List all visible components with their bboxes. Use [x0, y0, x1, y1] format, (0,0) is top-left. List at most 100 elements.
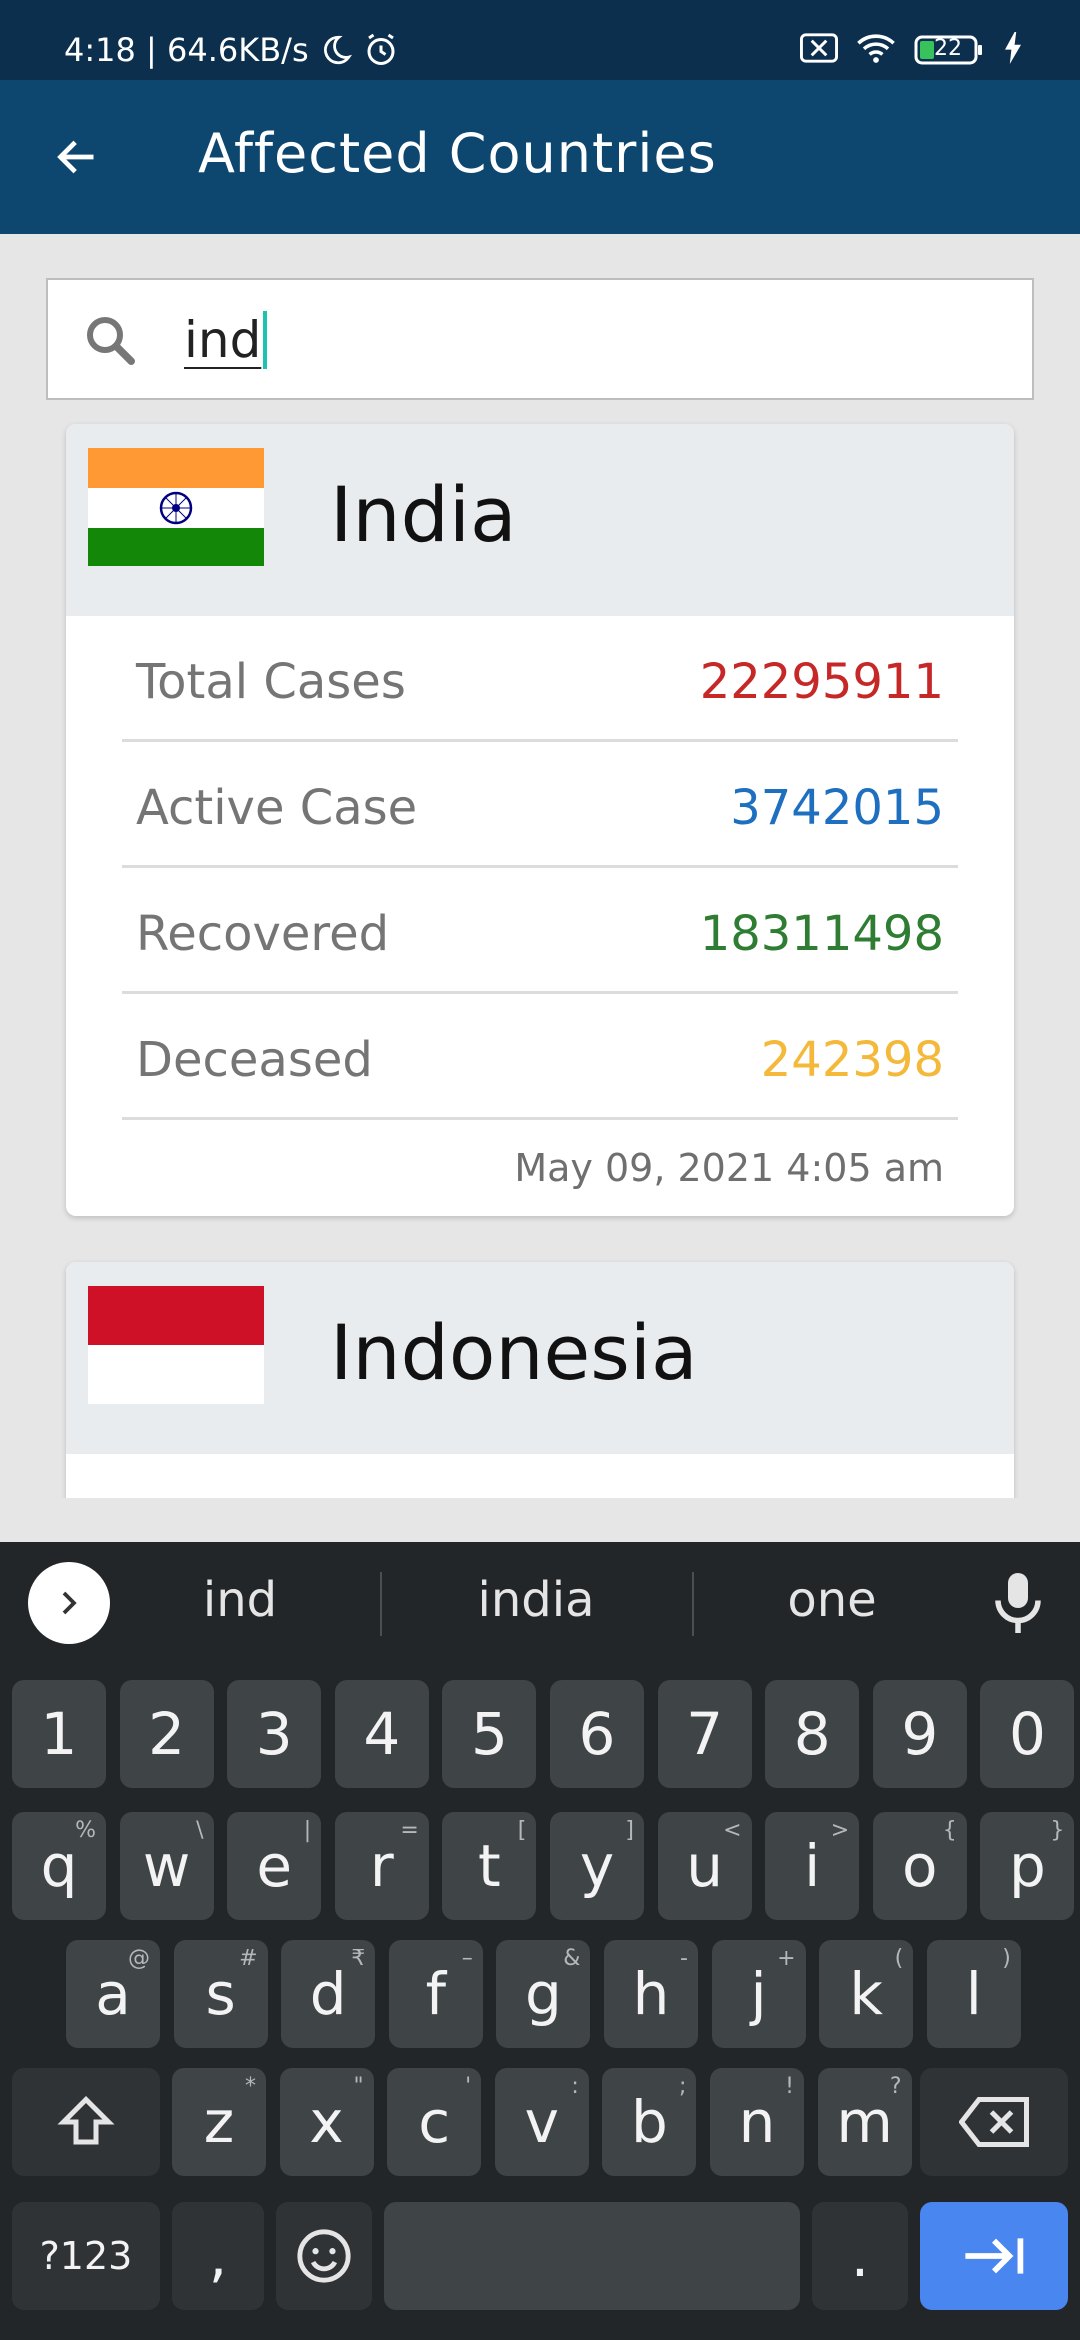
key-i[interactable]: i >: [765, 1812, 860, 1920]
key-a[interactable]: a @: [66, 1940, 160, 2048]
key-p[interactable]: p}: [980, 1812, 1075, 1920]
key-9[interactable]: 9: [872, 1680, 967, 1788]
key-q[interactable]: q%: [12, 1812, 106, 1920]
chevron-right-icon: [62, 1591, 77, 1615]
comma-key[interactable]: ,: [172, 2202, 264, 2310]
text-caret: [263, 311, 268, 369]
key-4[interactable]: 4: [334, 1680, 429, 1788]
soft-keyboard: ind india one 1 2 3 4 5 6 7 8 9 0 q% w \ e | r = t[y] u < i >…: [0, 1542, 1080, 2340]
key-label: y: [579, 1832, 615, 1900]
suggestion-divider: [380, 1572, 382, 1636]
key-d[interactable]: d ₹: [281, 1940, 376, 2048]
key-label: d: [309, 1960, 347, 2028]
suggestion-divider: [692, 1572, 694, 1636]
key-7[interactable]: 7: [657, 1680, 752, 1788]
key-l[interactable]: l): [926, 1940, 1021, 2048]
key-label: b: [630, 2088, 668, 2156]
key-m[interactable]: m?: [817, 2068, 912, 2176]
key-label: 1: [40, 1700, 78, 1768]
expand-toolbar-button[interactable]: [28, 1562, 110, 1644]
key-r[interactable]: r =: [334, 1812, 429, 1920]
stat-row-total-cases: Total Cases 22295911: [122, 616, 958, 742]
key-y[interactable]: y]: [550, 1812, 644, 1920]
country-name: Indonesia: [330, 1308, 698, 1397]
key-b[interactable]: b;: [602, 2068, 697, 2176]
emoji-key[interactable]: [276, 2202, 372, 2310]
key-n[interactable]: n!: [710, 2068, 804, 2176]
key-label: z: [203, 2088, 235, 2156]
key-6[interactable]: 6: [550, 1680, 644, 1788]
key-label: k: [849, 1960, 883, 2028]
suggestion-bar: ind india one: [0, 1542, 1080, 1662]
key-w[interactable]: w \: [119, 1812, 214, 1920]
key-label: l: [965, 1960, 982, 2028]
key-3[interactable]: 3: [227, 1680, 322, 1788]
key-secondary-label: =: [400, 1818, 419, 1843]
suggestion-item[interactable]: ind: [140, 1572, 340, 1628]
key-c[interactable]: c ': [387, 2068, 482, 2176]
key-k[interactable]: k(: [819, 1940, 914, 2048]
key-secondary-label: ;: [678, 2074, 687, 2099]
key-label: n: [738, 2088, 776, 2156]
suggestion-item[interactable]: india: [436, 1572, 636, 1628]
search-box[interactable]: ind: [46, 278, 1034, 400]
key-h[interactable]: h-: [604, 1940, 698, 2048]
key-g[interactable]: g &: [496, 1940, 591, 2048]
key-1[interactable]: 1: [12, 1680, 106, 1788]
key-label: p: [1008, 1832, 1046, 1900]
india-flag: [88, 448, 264, 566]
key-secondary-label: ₹: [351, 1946, 366, 1971]
space-key[interactable]: [384, 2202, 800, 2310]
key-secondary-label: –: [461, 1946, 473, 1971]
key-x[interactable]: x ": [279, 2068, 374, 2176]
microphone-icon[interactable]: [988, 1570, 1048, 1636]
key-label: o: [902, 1832, 938, 1900]
key-j[interactable]: j +: [711, 1940, 806, 2048]
backspace-key[interactable]: [920, 2068, 1068, 2176]
arrow-left-icon: [57, 140, 94, 174]
key-2[interactable]: 2: [119, 1680, 214, 1788]
moon-icon: [319, 33, 353, 67]
key-5[interactable]: 5: [442, 1680, 537, 1788]
enter-key[interactable]: [920, 2202, 1068, 2310]
country-name: India: [330, 470, 517, 559]
key-0[interactable]: 0: [980, 1680, 1075, 1788]
key-label: w: [142, 1832, 191, 1900]
key-label: h: [632, 1960, 670, 2028]
key-label: v: [524, 2088, 559, 2156]
key-e[interactable]: e |: [227, 1812, 322, 1920]
key-f[interactable]: f –: [388, 1940, 483, 2048]
country-card-indonesia[interactable]: Indonesia: [66, 1262, 1014, 1498]
search-icon: [80, 310, 140, 370]
key-label: 7: [686, 1700, 724, 1768]
suggestion-item[interactable]: one: [732, 1572, 932, 1628]
symbols-key[interactable]: ?123: [12, 2202, 160, 2310]
key-secondary-label: !: [785, 2074, 794, 2099]
back-button[interactable]: [40, 120, 114, 194]
country-card-header: India: [66, 424, 1014, 616]
key-v[interactable]: v:: [494, 2068, 589, 2176]
key-label: 3: [255, 1700, 293, 1768]
shift-key[interactable]: [12, 2068, 160, 2176]
key-t[interactable]: t[: [442, 1812, 537, 1920]
key-z[interactable]: z *: [172, 2068, 266, 2176]
key-label: q: [40, 1832, 78, 1900]
key-label: 4: [363, 1700, 401, 1768]
key-o[interactable]: o{: [872, 1812, 967, 1920]
country-card-india[interactable]: India Total Cases 22295911 Active Case 3…: [66, 424, 1014, 1216]
app-bar: Affected Countries: [0, 80, 1080, 234]
wifi-icon: [856, 32, 896, 68]
stat-label: Recovered: [136, 906, 390, 962]
key-s[interactable]: s #: [173, 1940, 268, 2048]
key-secondary-label: %: [75, 1818, 96, 1843]
key-secondary-label: <: [723, 1818, 742, 1843]
stat-value: 3742015: [730, 780, 944, 836]
key-label: 2: [148, 1700, 186, 1768]
period-key[interactable]: .: [812, 2202, 908, 2310]
search-input[interactable]: ind: [184, 300, 1004, 380]
key-u[interactable]: u <: [657, 1812, 752, 1920]
key-8[interactable]: 8: [765, 1680, 860, 1788]
country-list[interactable]: India Total Cases 22295911 Active Case 3…: [0, 416, 1080, 1498]
key-secondary-label: |: [303, 1818, 312, 1843]
key-secondary-label: ): [1002, 1946, 1011, 1971]
